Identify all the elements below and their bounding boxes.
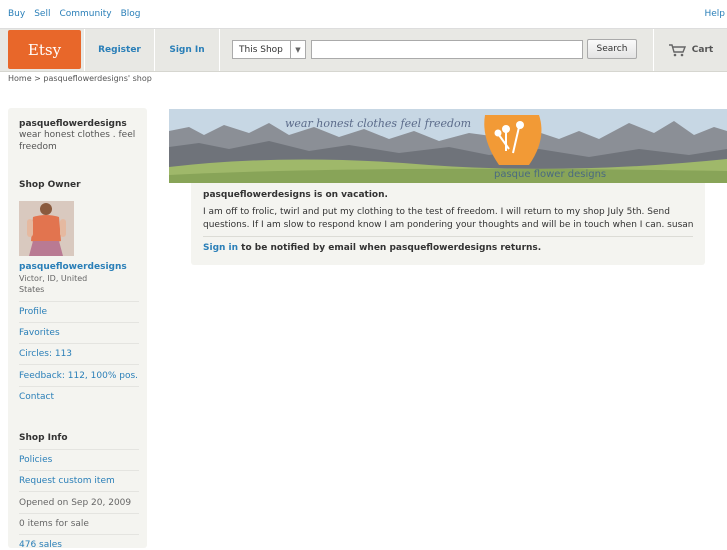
search-input[interactable] [311, 40, 583, 59]
divider [19, 513, 139, 514]
chevron-down-icon[interactable]: ▼ [290, 41, 305, 58]
vacation-title: pasqueflowerdesigns is on vacation. [203, 190, 388, 200]
search-scope-select[interactable]: This Shop ▼ [232, 40, 306, 59]
cart-label: Cart [691, 45, 714, 55]
top-nav: Buy Sell Community Blog Help [0, 0, 727, 28]
profile-link[interactable]: Profile [19, 307, 139, 317]
feedback-link[interactable]: Feedback: 112, 100% pos. [19, 371, 139, 381]
nav-sell-link[interactable]: Sell [34, 9, 50, 19]
search-button[interactable]: Search [587, 39, 637, 59]
banner-script: wear honest clothes feel freedom [285, 117, 472, 130]
owner-location: Victor, ID, United States [19, 274, 88, 294]
divider [19, 343, 139, 344]
request-custom-link[interactable]: Request custom item [19, 476, 139, 486]
divider [19, 491, 139, 492]
header-divider [219, 29, 220, 71]
sales-link[interactable]: 476 sales [19, 540, 139, 550]
vacation-message: I am off to frolic, twirl and put my clo… [203, 207, 694, 230]
nav-blog-link[interactable]: Blog [121, 9, 141, 19]
divider [19, 470, 139, 471]
policies-link[interactable]: Policies [19, 455, 139, 465]
favorites-link[interactable]: Favorites [19, 328, 139, 338]
cart-icon [668, 43, 686, 56]
shop-tagline: wear honest clothes . feel freedom [19, 130, 136, 152]
divider [19, 301, 139, 302]
sign-in-button[interactable]: Sign In [155, 29, 219, 71]
banner-brand: pasque flower designs [494, 169, 607, 180]
notify-message: to be notified by email when pasqueflowe… [238, 243, 542, 253]
breadcrumb[interactable]: Home > pasqueflowerdesigns' shop [8, 74, 152, 83]
opened-date: Opened on Sep 20, 2009 [19, 498, 132, 508]
etsy-logo[interactable]: Etsy [8, 30, 81, 69]
divider [19, 386, 139, 387]
nav-buy-link[interactable]: Buy [8, 9, 25, 19]
contact-link[interactable]: Contact [19, 392, 139, 402]
help-link[interactable]: Help [704, 9, 725, 19]
divider [19, 449, 139, 450]
circles-link[interactable]: Circles: 113 [19, 349, 139, 359]
shop-sidebar: pasqueflowerdesigns wear honest clothes … [8, 108, 147, 550]
divider [19, 534, 139, 535]
divider [19, 364, 139, 365]
items-count: 0 items for sale [19, 519, 89, 529]
shop-info-heading: Shop Info [19, 433, 68, 443]
divider [19, 322, 139, 323]
notify-text: Sign in to be notified by email when pas… [203, 243, 541, 253]
shop-banner: wear honest clothes feel freedom pasque … [169, 109, 727, 183]
search-scope-value: This Shop [239, 44, 283, 55]
shop-owner-heading: Shop Owner [19, 180, 81, 190]
nav-community-link[interactable]: Community [59, 9, 111, 19]
top-nav-links: Buy Sell Community Blog [8, 9, 140, 19]
owner-photo [19, 201, 74, 256]
owner-name-link[interactable]: pasqueflowerdesigns [19, 262, 127, 272]
vacation-notice: pasqueflowerdesigns is on vacation. I am… [191, 183, 705, 265]
avatar[interactable] [19, 201, 74, 256]
header-bar: Etsy Register Sign In This Shop ▼ Search… [0, 28, 727, 72]
cart-button[interactable]: Cart [654, 29, 727, 71]
register-button[interactable]: Register [85, 29, 154, 71]
divider [203, 236, 693, 237]
sign-in-link[interactable]: Sign in [203, 243, 238, 253]
shop-name: pasqueflowerdesigns [19, 119, 127, 129]
